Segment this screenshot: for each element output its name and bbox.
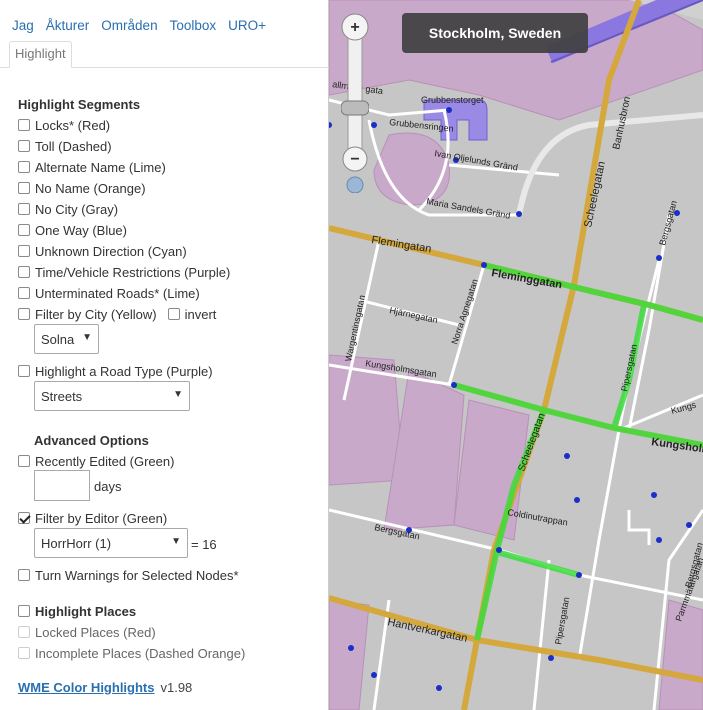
zoom-control[interactable]: + − — [341, 13, 369, 193]
editor-select-value: HorrHorr (1) — [41, 536, 112, 551]
option-alternate-name[interactable]: Alternate Name (Lime) — [18, 157, 166, 177]
option-label: No Name (Orange) — [35, 180, 146, 196]
highlight-segments-title: Highlight Segments — [18, 97, 141, 112]
advanced-options-title: Advanced Options — [34, 433, 149, 448]
invert-label: invert — [184, 306, 217, 322]
footer: WME Color Highlights v1.98 — [18, 680, 192, 695]
unknown-direction-checkbox[interactable] — [18, 245, 30, 257]
days-input[interactable] — [34, 470, 90, 501]
chevron-down-icon: ▼ — [173, 389, 183, 400]
tab-toolbox[interactable]: Toolbox — [170, 18, 217, 33]
option-label: Filter by City (Yellow) — [35, 306, 157, 322]
option-label: Incomplete Places (Dashed Orange) — [35, 645, 246, 661]
minus-icon: − — [350, 151, 359, 168]
option-label: Locks* (Red) — [35, 117, 111, 133]
option-highlight-places[interactable]: Highlight Places — [18, 601, 136, 621]
tab-omraden[interactable]: Områden — [101, 18, 157, 33]
toll-checkbox[interactable] — [18, 140, 30, 152]
option-editor-filter[interactable]: Filter by Editor (Green) — [18, 508, 167, 528]
script-link[interactable]: WME Color Highlights — [18, 680, 154, 695]
option-no-name[interactable]: No Name (Orange) — [18, 178, 146, 198]
option-locks[interactable]: Locks* (Red) — [18, 115, 110, 135]
city-filter-checkbox[interactable] — [18, 308, 30, 320]
option-restrictions[interactable]: Time/Vehicle Restrictions (Purple) — [18, 262, 230, 282]
days-label: days — [94, 478, 122, 494]
road-type-checkbox[interactable] — [18, 365, 30, 377]
geolocate-icon — [346, 176, 364, 193]
option-label: Highlight a Road Type (Purple) — [35, 363, 213, 379]
locks-checkbox[interactable] — [18, 119, 30, 131]
option-toll[interactable]: Toll (Dashed) — [18, 136, 112, 156]
road-type-select-value: Streets — [41, 389, 83, 404]
editor-filter-checkbox[interactable] — [18, 512, 30, 524]
one-way-checkbox[interactable] — [18, 224, 30, 236]
option-recently-edited[interactable]: Recently Edited (Green) — [18, 451, 174, 471]
turn-warnings-checkbox[interactable] — [18, 569, 30, 581]
invert-checkbox[interactable] — [167, 308, 180, 320]
chevron-down-icon: ▼ — [82, 332, 92, 343]
option-road-type[interactable]: Highlight a Road Type (Purple) — [18, 361, 213, 381]
highlight-places-checkbox[interactable] — [18, 605, 30, 617]
option-label: One Way (Blue) — [35, 222, 127, 238]
editor-select[interactable]: HorrHorr (1) ▼ — [34, 528, 188, 558]
no-city-checkbox[interactable] — [18, 203, 30, 215]
option-label: Toll (Dashed) — [35, 138, 112, 154]
tab-akturer[interactable]: Åkturer — [46, 18, 90, 33]
top-nav: Jag Åkturer Områden Toolbox URO+ — [12, 18, 278, 33]
option-label: Unknown Direction (Cyan) — [35, 243, 187, 259]
option-unterminated[interactable]: Unterminated Roads* (Lime) — [18, 283, 200, 303]
option-locked-places: Locked Places (Red) — [18, 622, 156, 642]
option-city-filter[interactable]: Filter by City (Yellow) invert — [18, 304, 216, 324]
sub-tab-bar: Highlight — [0, 41, 329, 68]
highlight-panel: Jag Åkturer Områden Toolbox URO+ Highlight H… — [0, 0, 329, 710]
chevron-down-icon: ▼ — [171, 536, 181, 547]
editor-count: = 16 — [191, 536, 217, 552]
tab-jag[interactable]: Jag — [12, 18, 34, 33]
landuse-area-ring — [373, 132, 450, 206]
incomplete-places-checkbox — [18, 647, 30, 659]
option-label: Unterminated Roads* (Lime) — [35, 285, 200, 301]
option-label: Recently Edited (Green) — [35, 453, 175, 469]
restrictions-checkbox[interactable] — [18, 266, 30, 278]
option-label: Locked Places (Red) — [35, 624, 156, 640]
no-name-checkbox[interactable] — [18, 182, 30, 194]
option-no-city[interactable]: No City (Gray) — [18, 199, 118, 219]
option-label: Turn Warnings for Selected Nodes* — [35, 567, 239, 583]
recently-edited-checkbox[interactable] — [18, 455, 30, 467]
option-one-way[interactable]: One Way (Blue) — [18, 220, 127, 240]
map-view[interactable]: Flemingatan Fleminggatan Scheelegatan Sc… — [329, 0, 703, 710]
tab-highlight[interactable]: Highlight — [9, 41, 72, 68]
unterminated-checkbox[interactable] — [18, 287, 30, 299]
locked-places-checkbox — [18, 626, 30, 638]
label-grubbenstorget: Grubbenstorget — [421, 95, 484, 105]
tab-uro[interactable]: URO+ — [228, 18, 266, 33]
alternate-name-checkbox[interactable] — [18, 161, 30, 173]
city-select-value: Solna — [41, 332, 75, 347]
option-incomplete-places: Incomplete Places (Dashed Orange) — [18, 643, 245, 663]
option-unknown-direction[interactable]: Unknown Direction (Cyan) — [18, 241, 187, 261]
option-label: Time/Vehicle Restrictions (Purple) — [35, 264, 231, 280]
option-turn-warnings[interactable]: Turn Warnings for Selected Nodes* — [18, 565, 239, 585]
option-label: Filter by Editor (Green) — [35, 510, 168, 526]
highlight-places-title: Highlight Places — [35, 603, 137, 619]
option-label: No City (Gray) — [35, 201, 119, 217]
map-canvas[interactable]: Flemingatan Fleminggatan Scheelegatan Sc… — [329, 0, 703, 710]
road-type-select[interactable]: Streets ▼ — [34, 381, 190, 411]
zoom-slider-handle — [341, 100, 369, 116]
location-label: Stockholm, Sweden — [402, 13, 588, 53]
city-select[interactable]: Solna ▼ — [34, 324, 99, 354]
version-text: v1.98 — [160, 680, 193, 695]
option-label: Alternate Name (Lime) — [35, 159, 166, 175]
plus-icon: + — [350, 19, 359, 36]
